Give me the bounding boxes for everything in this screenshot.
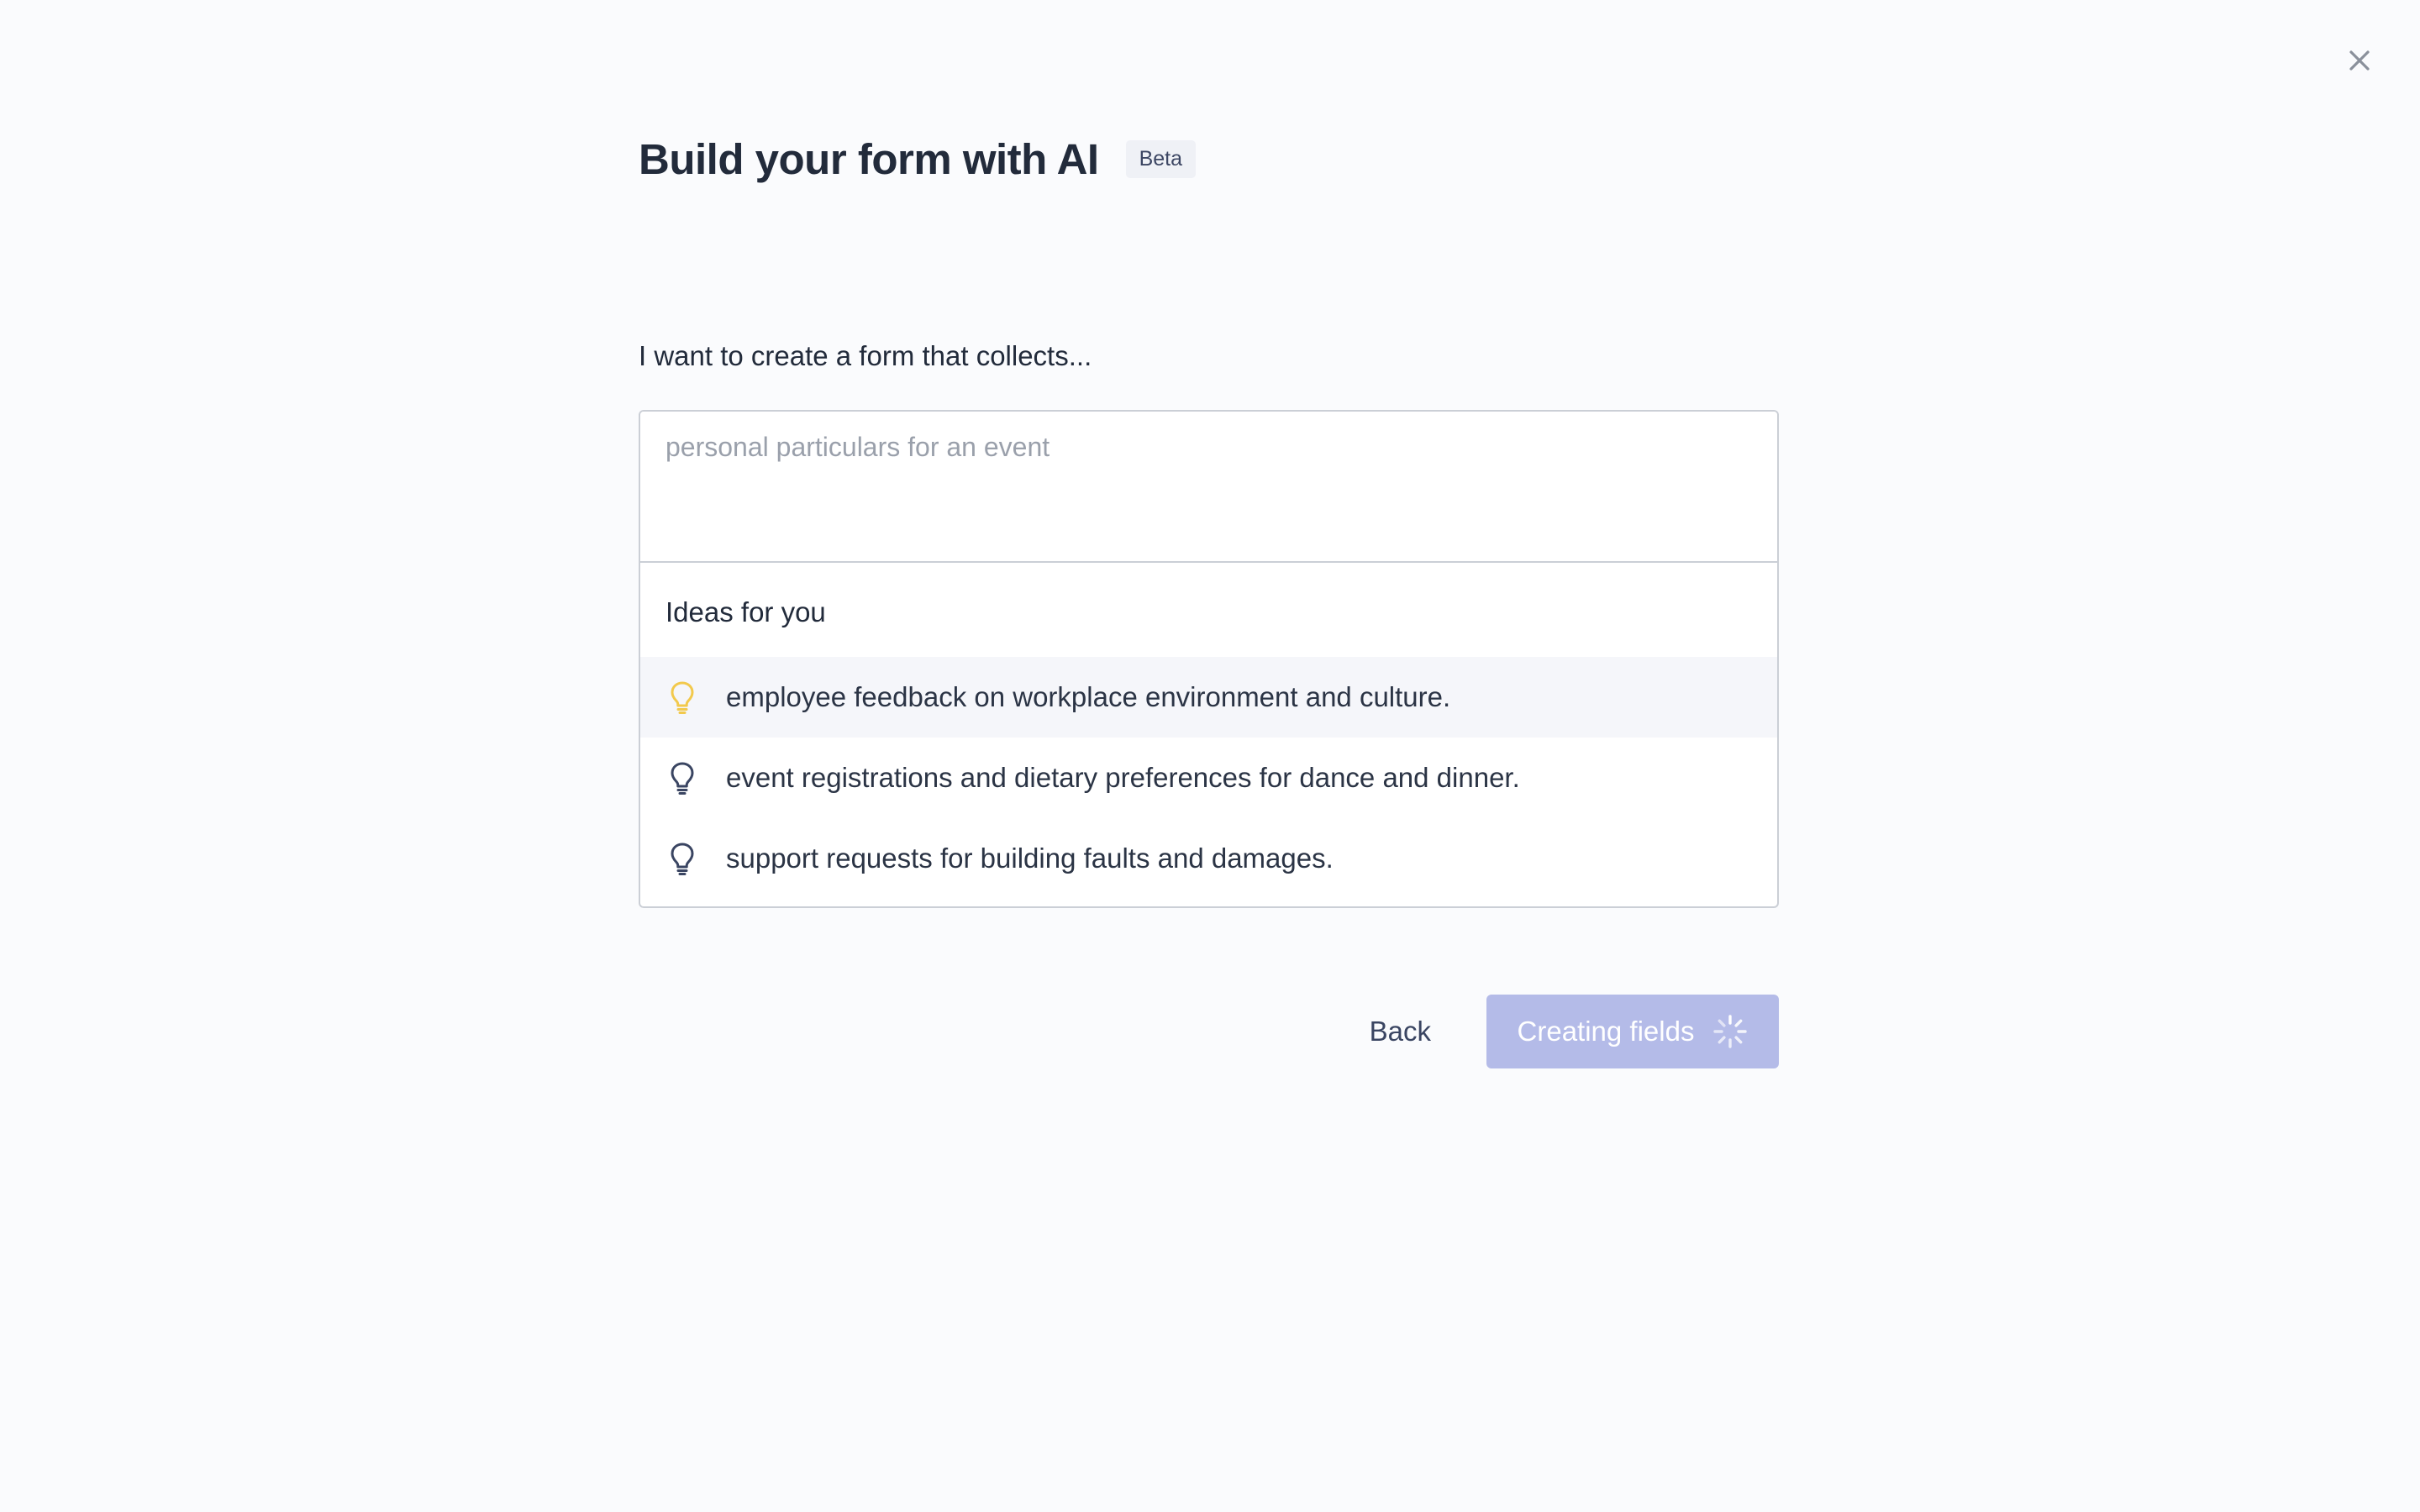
create-fields-button[interactable]: Creating fields — [1486, 995, 1779, 1068]
lightbulb-icon — [666, 679, 699, 716]
lightbulb-icon — [666, 840, 699, 877]
idea-text: support requests for building faults and… — [726, 843, 1334, 874]
ideas-list: employee feedback on workplace environme… — [640, 657, 1777, 899]
beta-badge: Beta — [1125, 140, 1197, 178]
back-button[interactable]: Back — [1370, 1016, 1431, 1047]
idea-item[interactable]: support requests for building faults and… — [640, 818, 1777, 899]
idea-text: employee feedback on workplace environme… — [726, 681, 1451, 712]
idea-item[interactable]: employee feedback on workplace environme… — [640, 657, 1777, 738]
lightbulb-icon — [666, 759, 699, 796]
actions: Back Creating fields — [1370, 995, 1779, 1068]
close-button[interactable] — [2343, 44, 2376, 77]
idea-item[interactable]: event registrations and dietary preferen… — [640, 738, 1777, 818]
prompt-label: I want to create a form that collects... — [639, 340, 1092, 371]
header: Build your form with AI Beta — [639, 135, 1197, 183]
close-icon — [2349, 50, 2370, 71]
page-title: Build your form with AI — [639, 135, 1099, 183]
prompt-box: Ideas for you employee feedback on workp… — [639, 410, 1779, 908]
create-fields-label: Creating fields — [1517, 1016, 1695, 1047]
ideas-heading: Ideas for you — [666, 596, 826, 627]
prompt-textarea[interactable] — [640, 412, 1777, 563]
idea-text: event registrations and dietary preferen… — [726, 762, 1520, 793]
spinner-icon — [1713, 1015, 1748, 1048]
